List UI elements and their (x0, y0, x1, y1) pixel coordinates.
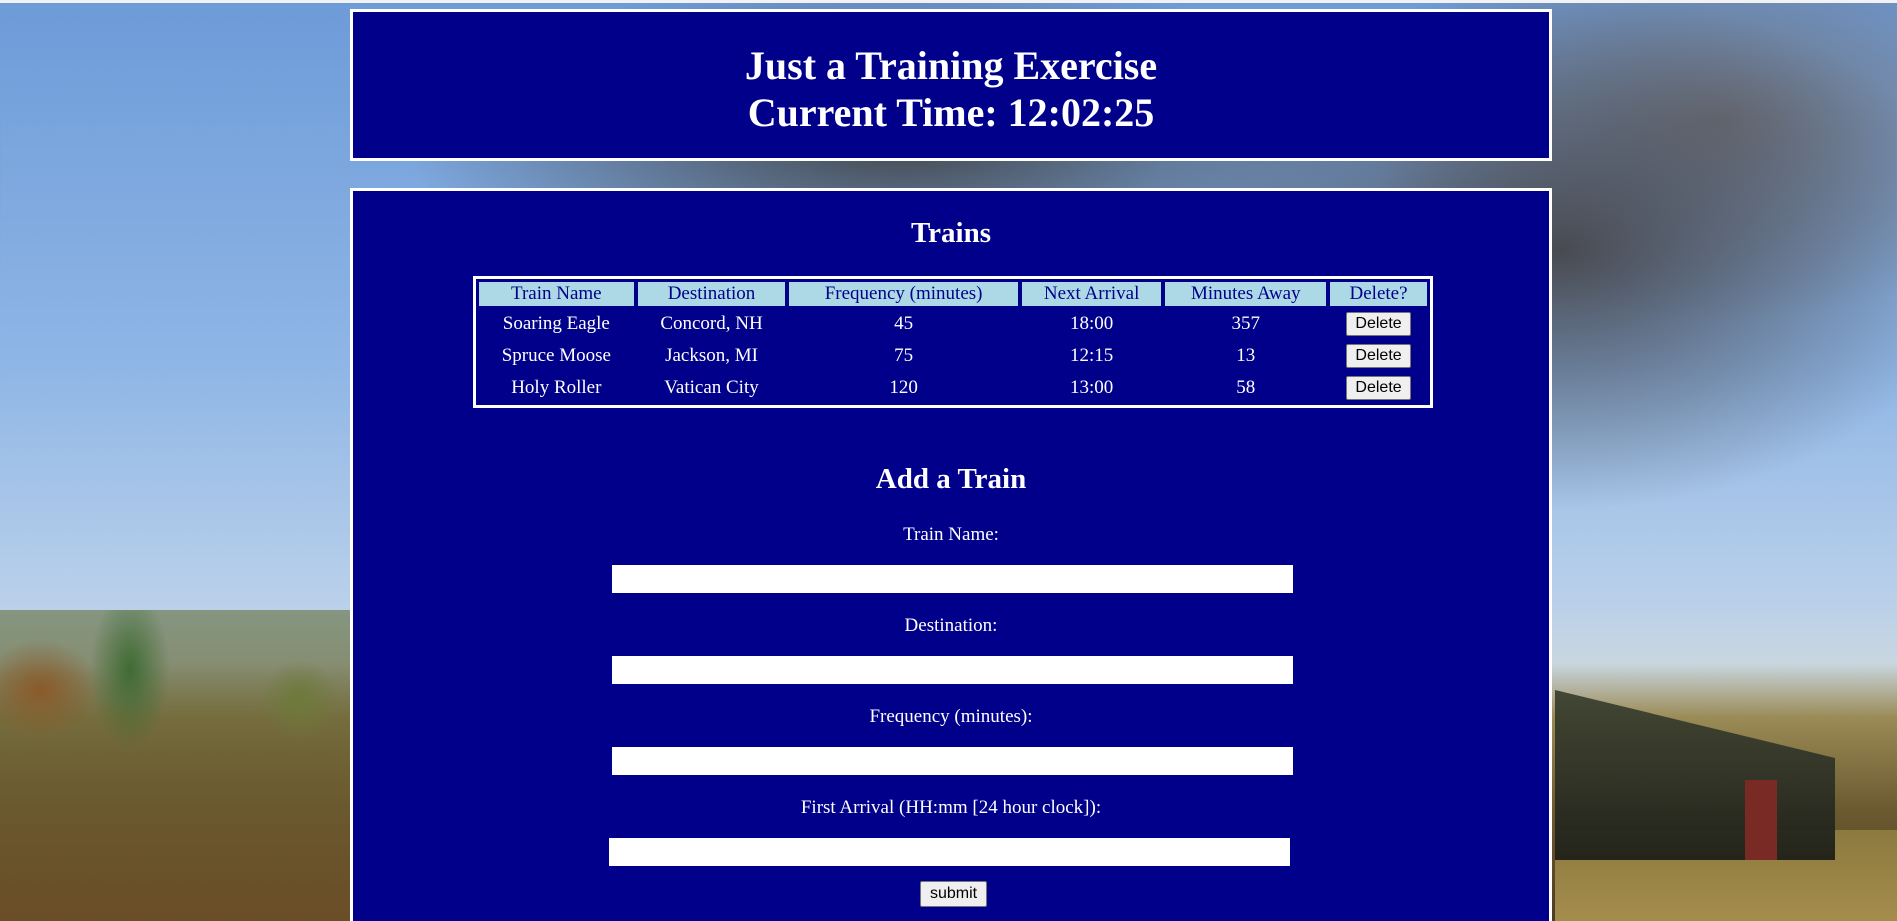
delete-button[interactable]: Delete (1346, 344, 1411, 368)
column-header-minutes-away: Minutes Away (1164, 281, 1328, 307)
column-header-train-name: Train Name (478, 281, 635, 307)
cell-next-arrival: 13:00 (1070, 377, 1114, 398)
add-train-title: Add a Train (875, 463, 1027, 495)
cell-next-arrival: 18:00 (1070, 313, 1114, 334)
cell-frequency: 120 (889, 377, 918, 398)
cell-frequency: 45 (894, 313, 914, 334)
table-row: Soaring Eagle Concord, NH 45 18:00 357 D… (478, 309, 1428, 339)
cell-delete: Delete (1329, 309, 1428, 339)
train-name-label: Train Name: (903, 524, 999, 545)
current-time: Current Time: 12:02:25 (747, 90, 1155, 135)
first-arrival-label: First Arrival (HH:mm [24 hour clock]): (800, 797, 1102, 818)
background-trees (0, 610, 360, 921)
title-text: Just a Training Exercise (744, 43, 1158, 88)
destination-label: Destination: (904, 615, 998, 636)
table-header-row: Train Name Destination Frequency (minute… (478, 281, 1428, 307)
cell-train-name: Spruce Moose (501, 345, 611, 366)
destination-input[interactable] (612, 656, 1293, 684)
first-arrival-input[interactable] (609, 838, 1290, 866)
column-header-frequency: Frequency (minutes) (788, 281, 1019, 307)
cell-minutes-away: 13 (1236, 345, 1256, 366)
frequency-input[interactable] (612, 747, 1293, 775)
cell-minutes-away: 357 (1231, 313, 1261, 334)
table-row: Holy Roller Vatican City 120 13:00 58 De… (478, 373, 1428, 403)
cell-minutes-away: 58 (1236, 377, 1256, 398)
delete-button[interactable]: Delete (1346, 312, 1411, 336)
background-train-car (1745, 780, 1777, 860)
frequency-label: Frequency (minutes): (869, 706, 1033, 727)
cell-destination: Jackson, MI (665, 345, 758, 366)
column-header-delete: Delete? (1329, 281, 1428, 307)
cell-frequency: 75 (894, 345, 914, 366)
page-title: Just a Training Exercise Current Time: 1… (353, 12, 1549, 136)
cell-next-arrival: 12:15 (1070, 345, 1114, 366)
cell-train-name: Soaring Eagle (502, 313, 610, 334)
header-panel: Just a Training Exercise Current Time: 1… (350, 9, 1552, 161)
train-name-input[interactable] (612, 565, 1293, 593)
trains-table: Train Name Destination Frequency (minute… (473, 276, 1433, 408)
column-header-next-arrival: Next Arrival (1020, 281, 1163, 307)
trains-title: Trains (910, 217, 992, 249)
cell-destination: Vatican City (664, 377, 759, 398)
cell-train-name: Holy Roller (511, 377, 602, 398)
column-header-destination: Destination (636, 281, 787, 307)
cell-delete: Delete (1329, 373, 1428, 403)
cell-delete: Delete (1329, 341, 1428, 371)
submit-button[interactable]: submit (920, 881, 988, 907)
cell-destination: Concord, NH (660, 313, 763, 334)
top-edge (0, 0, 1897, 3)
main-panel: Trains Train Name Destination Frequency … (350, 188, 1552, 921)
delete-button[interactable]: Delete (1346, 376, 1411, 400)
table-row: Spruce Moose Jackson, MI 75 12:15 13 Del… (478, 341, 1428, 371)
background-train (1555, 690, 1835, 860)
